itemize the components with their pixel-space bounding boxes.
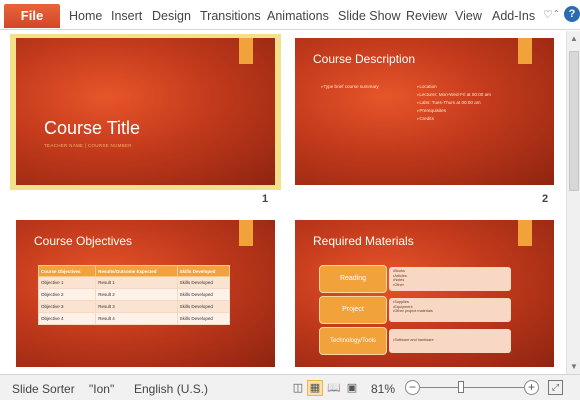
table-cell: Result 4 — [95, 312, 178, 325]
heart-icon[interactable]: ♡ — [543, 8, 553, 21]
table-row: Objective 4 Result 4 Skills Developed — [37, 312, 231, 325]
scrollbar-thumb[interactable] — [569, 51, 579, 191]
material-items-box: Software and hardware — [389, 329, 511, 353]
slide-title: Course Description — [313, 52, 416, 66]
table-header-cell: Course Objectives — [37, 265, 97, 277]
material-row-reading: Reading Books Articles Notes Other — [319, 265, 511, 293]
tab-view[interactable]: View — [455, 9, 482, 23]
slide-title: Course Title — [44, 118, 141, 138]
zoom-level[interactable]: 81% — [371, 382, 395, 396]
table-row: Objective 1 Result 1 Skills Developed — [37, 276, 231, 289]
slide-number-2: 2 — [542, 193, 549, 205]
material-item: Other project materials — [393, 309, 507, 314]
table-cell: Objective 4 — [37, 312, 97, 325]
slide-accent-bar — [239, 220, 253, 246]
vertical-scrollbar[interactable]: ▲ ▼ — [566, 31, 580, 374]
tab-add-ins[interactable]: Add-Ins — [492, 9, 535, 23]
slide-title: Course Objectives — [34, 234, 133, 248]
table-cell: Result 1 — [95, 276, 178, 289]
table-header-row: Course Objectives Results/Outcome Expect… — [37, 265, 231, 277]
slide-thumbnail-1[interactable]: Course Title TEACHER NAME | COURSE NUMBE… — [16, 38, 275, 185]
material-item: Other — [393, 283, 507, 288]
material-item: Software and hardware — [393, 338, 507, 343]
tab-slide-show[interactable]: Slide Show — [338, 9, 401, 23]
bullet-item: Labs: Tues-Thurs at 00:00 am — [417, 100, 480, 106]
tab-insert[interactable]: Insert — [111, 9, 142, 23]
bullet-item: Lecturer: Mon-Wed-Fri at 00:00 am — [417, 92, 491, 98]
tab-home[interactable]: Home — [69, 9, 102, 23]
material-row-project: Project Supplies Equipment Other project… — [319, 296, 511, 324]
slide-thumbnail-2[interactable]: Course Description Type brief course sum… — [295, 38, 554, 185]
zoom-slider-thumb[interactable] — [458, 381, 464, 393]
slide-title: Required Materials — [313, 234, 414, 248]
tab-transitions[interactable]: Transitions — [200, 9, 261, 23]
reading-view-icon[interactable]: 📖 — [326, 380, 342, 396]
slide-accent-bar — [518, 220, 532, 246]
material-label: Reading — [319, 265, 387, 293]
bullet-item: Location — [417, 84, 436, 90]
material-row-technology: Technology/Tools Software and hardware — [319, 327, 511, 355]
slide-subtitle: TEACHER NAME | COURSE NUMBER — [44, 143, 132, 148]
slide-sorter-view-icon[interactable]: ▦ — [307, 380, 323, 396]
tab-review[interactable]: Review — [406, 9, 447, 23]
language-label[interactable]: English (U.S.) — [134, 382, 208, 396]
table-row: Objective 3 Result 3 Skills Developed — [37, 300, 231, 313]
slide-thumbnail-3[interactable]: Course Objectives Course Objectives Resu… — [16, 220, 275, 367]
bullet-item: Credits — [417, 116, 434, 122]
view-name-label: Slide Sorter — [12, 382, 75, 396]
slide-show-icon[interactable]: ▣ — [344, 380, 360, 396]
table-cell: Result 3 — [95, 300, 178, 313]
table-cell: Skills Developed — [176, 288, 231, 301]
table-row: Objective 2 Result 2 Skills Developed — [37, 288, 231, 301]
objectives-table: Course Objectives Results/Outcome Expect… — [37, 265, 231, 325]
fit-to-window-icon[interactable]: ⤢ — [548, 380, 563, 395]
table-cell: Skills Developed — [176, 312, 231, 325]
material-label: Project — [319, 296, 387, 324]
table-header-cell: Results/Outcome Expected — [95, 265, 178, 277]
tab-animations[interactable]: Animations — [267, 9, 329, 23]
zoom-in-button[interactable]: + — [524, 380, 539, 395]
help-icon[interactable]: ? — [564, 6, 580, 22]
collapse-ribbon-icon[interactable]: ⌃ — [553, 9, 560, 18]
status-bar: Slide Sorter "Ion" English (U.S.) ◫ ▦ 📖 … — [0, 374, 580, 400]
material-items-box: Books Articles Notes Other — [389, 267, 511, 291]
theme-name-label: "Ion" — [89, 382, 115, 396]
scroll-down-icon[interactable]: ▼ — [570, 362, 578, 371]
file-tab[interactable]: File — [4, 4, 60, 28]
table-cell: Objective 3 — [37, 300, 97, 313]
bullet-item: Prerequisites — [417, 108, 446, 114]
ribbon-tab-bar: File Home Insert Design Transitions Anim… — [0, 0, 580, 30]
slide-number-1: 1 — [262, 193, 269, 205]
scroll-up-icon[interactable]: ▲ — [570, 34, 578, 43]
slide-accent-bar — [518, 38, 532, 64]
tab-design[interactable]: Design — [152, 9, 191, 23]
table-cell: Objective 2 — [37, 288, 97, 301]
table-cell: Skills Developed — [176, 300, 231, 313]
table-cell: Objective 1 — [37, 276, 97, 289]
material-items-box: Supplies Equipment Other project materia… — [389, 298, 511, 322]
normal-view-icon[interactable]: ◫ — [290, 380, 306, 396]
bullet-item: Type brief course summary — [321, 84, 378, 90]
material-label: Technology/Tools — [319, 327, 387, 355]
table-cell: Skills Developed — [176, 276, 231, 289]
zoom-out-button[interactable]: − — [405, 380, 420, 395]
slide-accent-bar — [239, 38, 253, 64]
table-cell: Result 2 — [95, 288, 178, 301]
zoom-slider-track[interactable] — [420, 387, 524, 388]
slide-thumbnail-4[interactable]: Required Materials Reading Books Article… — [295, 220, 554, 367]
table-header-cell: Skills Developed — [176, 265, 231, 277]
